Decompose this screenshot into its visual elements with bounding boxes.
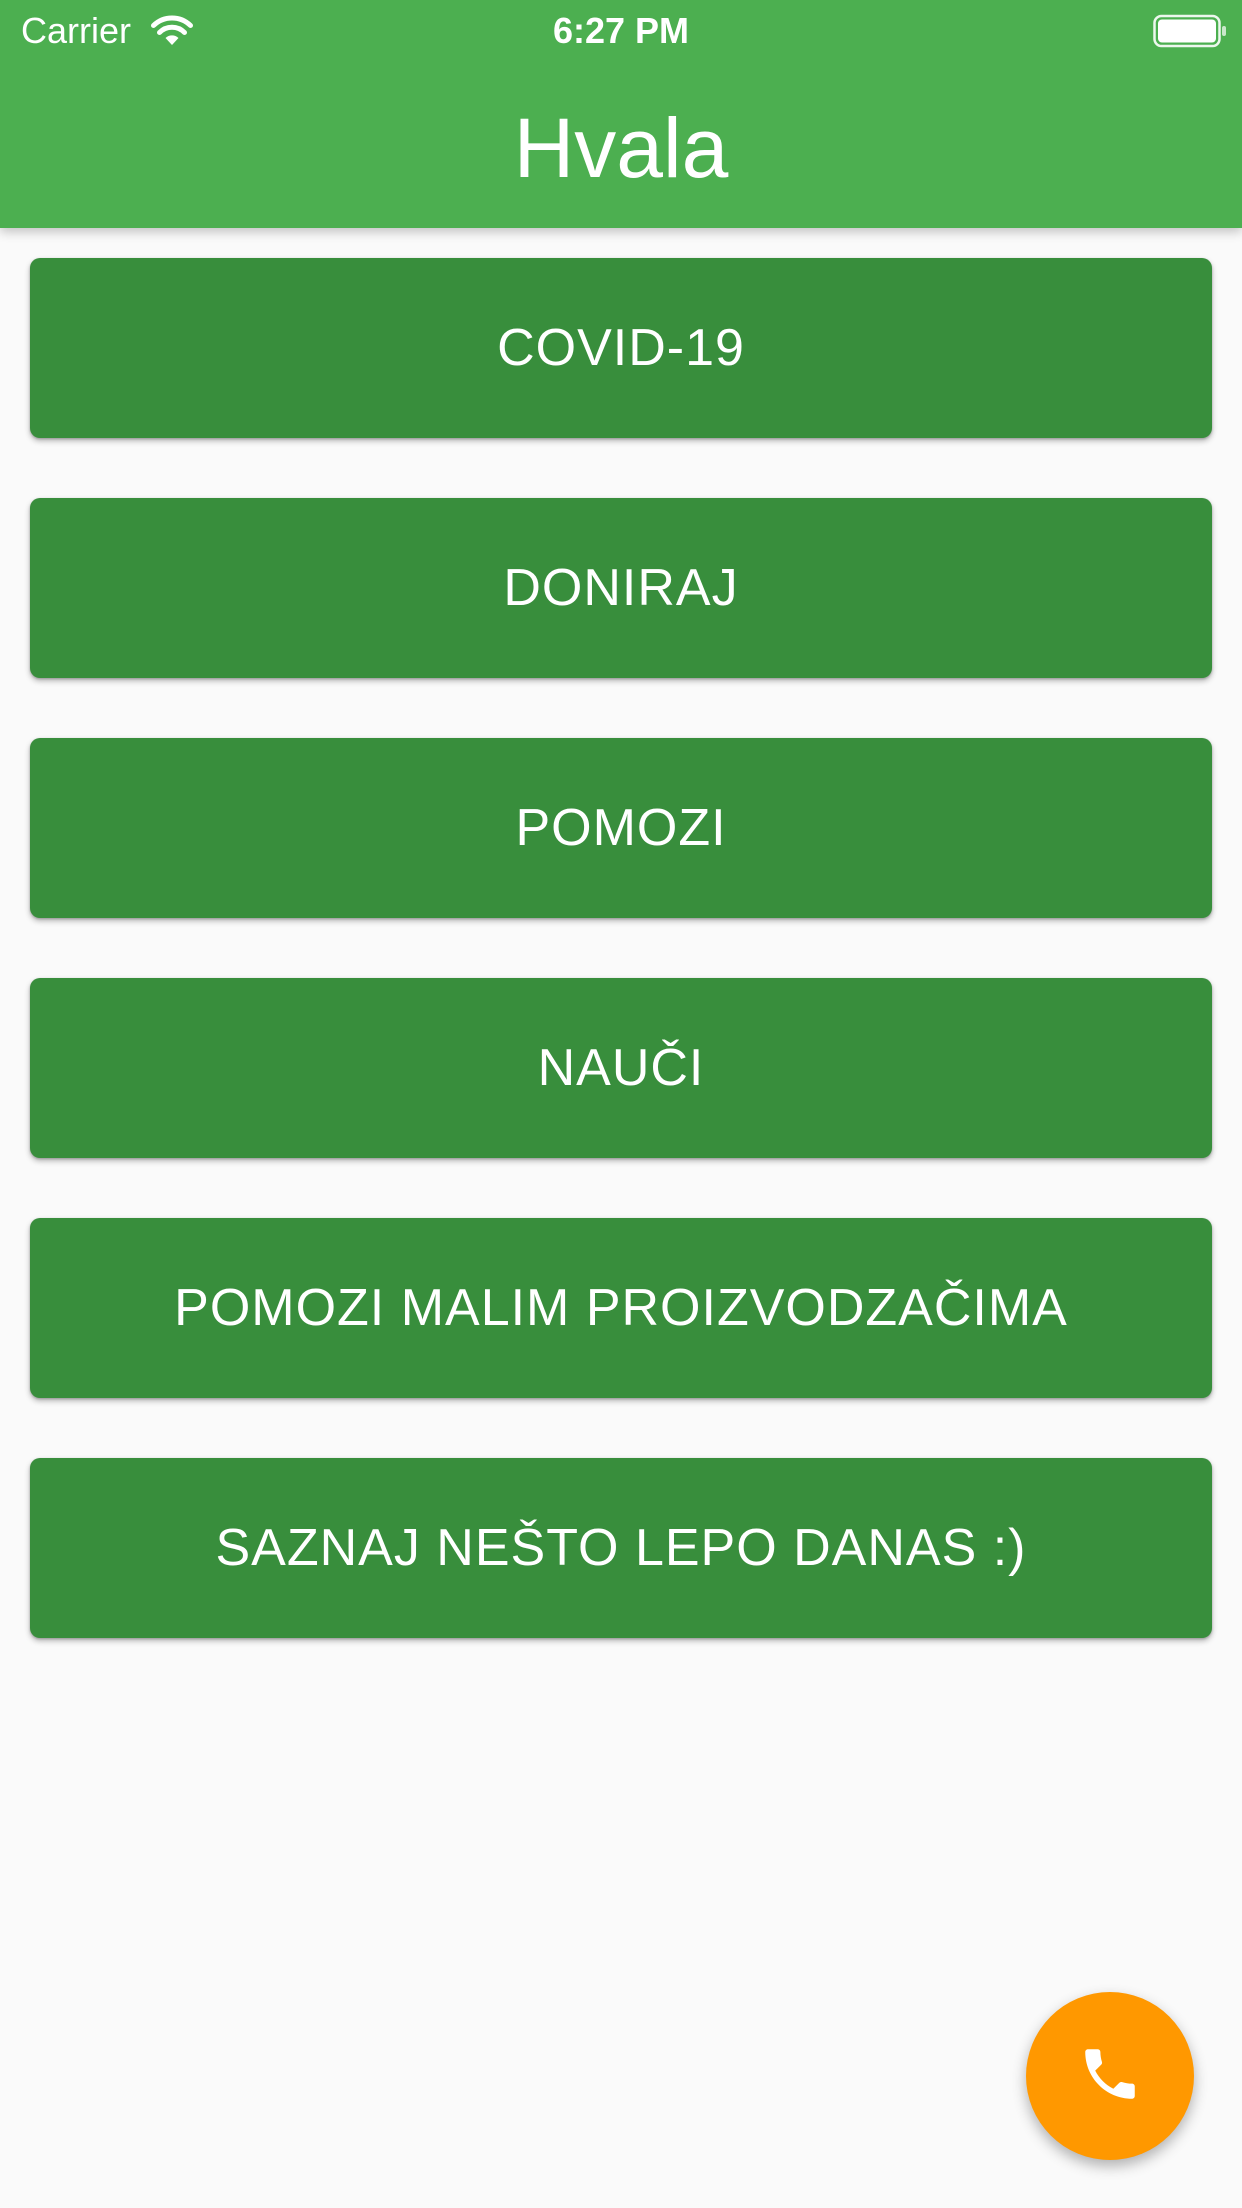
call-fab-button[interactable]: [1026, 1992, 1194, 2160]
menu-list: COVID-19 DONIRAJ POMOZI NAUČI POMOZI MAL…: [30, 258, 1212, 1698]
page-title: Hvala: [513, 101, 729, 195]
covid-19-button[interactable]: COVID-19: [30, 258, 1212, 438]
doniraj-button[interactable]: DONIRAJ: [30, 498, 1212, 678]
pomozi-malim-proizvodzacima-button[interactable]: POMOZI MALIM PROIZVODZAČIMA: [30, 1218, 1212, 1398]
status-time: 6:27 PM: [552, 10, 690, 51]
nauci-button[interactable]: NAUČI: [30, 978, 1212, 1158]
pomozi-button[interactable]: POMOZI: [30, 738, 1212, 918]
app-bar: Carrier 6:27 PM Hvala: [0, 0, 1242, 228]
phone-icon: [1077, 2041, 1143, 2112]
saznaj-nesto-lepo-danas-button[interactable]: SAZNAJ NEŠTO LEPO DANAS :): [30, 1458, 1212, 1638]
battery-icon: [1153, 14, 1227, 48]
status-bar: Carrier 6:27 PM: [0, 0, 1242, 62]
